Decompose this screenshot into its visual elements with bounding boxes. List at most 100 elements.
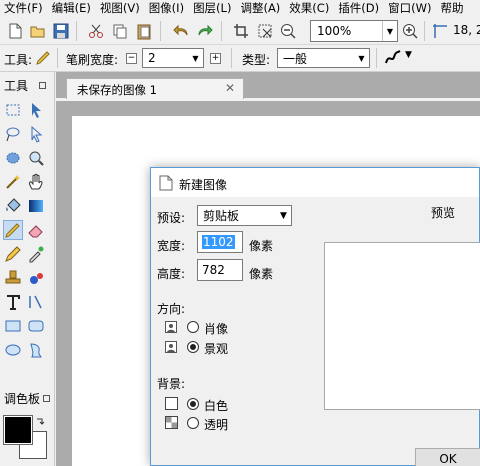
- portrait-label: 肖像: [204, 322, 229, 336]
- tools-panel: 工具 调色板: [0, 72, 55, 466]
- antialiasing-icon[interactable]: [384, 49, 402, 67]
- brush-width-combo[interactable]: 2 ▼: [142, 48, 204, 68]
- chevron-down-icon[interactable]: ▼: [188, 49, 203, 67]
- preset-value: 剪贴板: [203, 209, 240, 223]
- zoom-out-icon[interactable]: [279, 22, 297, 40]
- paintbrush-icon[interactable]: [34, 49, 52, 67]
- ellipse-shape-icon[interactable]: [3, 340, 23, 360]
- document-tab[interactable]: 未保存的图像 1 ✕: [66, 78, 244, 99]
- recolor-icon[interactable]: [26, 268, 46, 288]
- close-icon[interactable]: ✕: [225, 81, 235, 95]
- move-selected-icon[interactable]: [26, 124, 46, 144]
- landscape-icon: [165, 341, 177, 353]
- portrait-icon: [165, 321, 177, 333]
- pencil-icon[interactable]: [3, 244, 23, 264]
- rectangle-shape-icon[interactable]: [3, 316, 23, 336]
- menu-help[interactable]: 帮助: [436, 1, 468, 15]
- preset-label: 预设:: [157, 211, 186, 225]
- background-label: 背景:: [157, 377, 186, 391]
- main-toolbar: 100% ▼ 18, 2: [0, 17, 480, 45]
- ok-button[interactable]: OK: [415, 448, 480, 466]
- height-label: 高度:: [157, 267, 186, 281]
- preview-box: [324, 242, 480, 410]
- tool-options-bar: 工具: 笔刷宽度: − 2 ▼ + 类型: 一般 ▼ ▼: [0, 45, 480, 72]
- text-icon[interactable]: [3, 292, 23, 312]
- clone-stamp-icon[interactable]: [3, 268, 23, 288]
- height-field[interactable]: 782: [197, 259, 243, 281]
- preset-combo[interactable]: 剪贴板 ▼: [197, 205, 292, 226]
- pin-icon[interactable]: [43, 395, 50, 402]
- width-unit: 像素: [249, 239, 274, 253]
- move-selection-icon[interactable]: [26, 100, 46, 120]
- gradient-icon[interactable]: [26, 196, 46, 216]
- zoom-combo[interactable]: 100% ▼: [310, 20, 398, 42]
- save-icon[interactable]: [52, 22, 70, 40]
- chevron-down-icon[interactable]: ▼: [405, 50, 412, 60]
- cursor-position-icon: [433, 24, 447, 38]
- cut-icon[interactable]: [87, 22, 105, 40]
- chevron-down-icon[interactable]: ▼: [276, 206, 291, 225]
- copy-icon[interactable]: [111, 22, 129, 40]
- lasso-select-icon[interactable]: [3, 124, 23, 144]
- menu-adjustments[interactable]: 调整(A): [236, 1, 285, 15]
- width-label: 宽度:: [157, 239, 186, 253]
- tools-panel-title: 工具: [4, 79, 29, 93]
- height-value: 782: [202, 263, 225, 277]
- type-label: 类型:: [242, 53, 271, 67]
- menu-image[interactable]: 图像(I): [145, 1, 189, 15]
- tool-label: 工具:: [4, 53, 33, 67]
- preview-label: 预览: [431, 206, 456, 220]
- menu-edit[interactable]: 编辑(E): [48, 1, 96, 15]
- pan-hand-icon[interactable]: [26, 172, 46, 192]
- decrease-width-button[interactable]: −: [126, 53, 137, 64]
- paste-icon[interactable]: [135, 22, 153, 40]
- palette-panel-title: 调色板: [4, 392, 41, 406]
- magic-wand-icon[interactable]: [3, 172, 23, 192]
- rounded-rectangle-icon[interactable]: [26, 316, 46, 336]
- paintbrush-tool[interactable]: [3, 220, 23, 240]
- brush-width-value: 2: [148, 51, 156, 65]
- zoom-in-icon[interactable]: [401, 22, 419, 40]
- zoom-value: 100%: [317, 24, 352, 38]
- dialog-titlebar[interactable]: 新建图像: [151, 168, 479, 197]
- zoom-icon[interactable]: [26, 148, 46, 168]
- landscape-label: 景观: [204, 342, 229, 356]
- eraser-icon[interactable]: [26, 220, 46, 240]
- rectangle-select-icon[interactable]: [3, 100, 23, 120]
- menu-effects[interactable]: 效果(C): [285, 1, 334, 15]
- menu-view[interactable]: 视图(V): [96, 1, 145, 15]
- transparent-swatch-icon: [165, 416, 178, 429]
- paintbrush-icon: [5, 223, 20, 238]
- color-picker-icon[interactable]: [26, 244, 46, 264]
- portrait-radio[interactable]: [187, 321, 199, 333]
- width-field[interactable]: 1102: [197, 231, 243, 253]
- transparent-radio[interactable]: [187, 417, 199, 429]
- swap-colors-icon[interactable]: [35, 417, 45, 427]
- line-curve-icon[interactable]: [26, 292, 46, 312]
- orientation-label: 方向:: [157, 302, 186, 316]
- primary-color-swatch[interactable]: [3, 415, 33, 445]
- menu-plugins[interactable]: 插件(D): [334, 1, 384, 15]
- menu-layers[interactable]: 图层(L): [189, 1, 236, 15]
- landscape-radio[interactable]: [187, 341, 199, 353]
- new-file-icon[interactable]: [6, 22, 24, 40]
- pin-icon[interactable]: [39, 82, 46, 89]
- white-radio[interactable]: [187, 398, 199, 410]
- paint-bucket-icon[interactable]: [3, 196, 23, 216]
- freeform-shape-icon[interactable]: [26, 340, 46, 360]
- redo-icon[interactable]: [196, 22, 214, 40]
- crop-icon[interactable]: [232, 22, 250, 40]
- transparent-label: 透明: [204, 418, 229, 432]
- chevron-down-icon[interactable]: ▼: [354, 49, 369, 67]
- menu-window[interactable]: 窗口(W): [384, 1, 436, 15]
- increase-width-button[interactable]: +: [210, 53, 221, 64]
- menu-file[interactable]: 文件(F): [0, 1, 48, 15]
- open-folder-icon[interactable]: [29, 22, 47, 40]
- undo-icon[interactable]: [172, 22, 190, 40]
- dialog-title: 新建图像: [179, 178, 228, 192]
- chevron-down-icon[interactable]: ▼: [382, 21, 397, 41]
- type-combo[interactable]: 一般 ▼: [277, 48, 370, 68]
- deselect-icon[interactable]: [256, 22, 274, 40]
- coordinate-readout: 18, 2: [453, 23, 480, 37]
- ellipse-select-icon[interactable]: [3, 148, 23, 168]
